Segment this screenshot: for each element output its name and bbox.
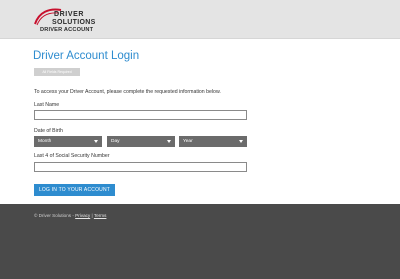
logo-text-solutions: SOLUTIONS [52,19,96,26]
date-of-birth-label: Date of Birth [34,128,63,134]
logo-text-driver: DRIVER [54,11,85,18]
driver-solutions-logo[interactable]: DRIVER SOLUTIONS DRIVER ACCOUNT [33,6,113,36]
intro-text: To access your Driver Account, please co… [34,89,221,95]
site-header: DRIVER SOLUTIONS DRIVER ACCOUNT [0,0,400,39]
ssn-label: Last 4 of Social Security Number [34,153,110,159]
last-name-label: Last Name [34,102,60,108]
chevron-down-icon [94,139,98,143]
footer-text: © Driver Solutions - Privacy | Terms [34,213,106,218]
year-select-value: Year [183,139,193,144]
page-title: Driver Account Login [33,50,140,62]
site-footer: © Driver Solutions - Privacy | Terms [0,204,400,279]
day-select[interactable]: Day [107,136,175,147]
month-select[interactable]: Month [34,136,102,147]
privacy-link[interactable]: Privacy [75,213,90,218]
year-select[interactable]: Year [179,136,247,147]
terms-link[interactable]: Terms [94,213,107,218]
chevron-down-icon [167,139,171,143]
day-select-value: Day [111,139,120,144]
login-button[interactable]: LOG IN TO YOUR ACCOUNT [34,184,115,196]
chevron-down-icon [239,139,243,143]
required-fields-badge: All Fields Required [34,68,80,76]
login-section: Driver Account Login All Fields Required… [0,40,400,204]
logo-text-driver-account: DRIVER ACCOUNT [40,27,94,33]
copyright-text: © Driver Solutions - [34,213,76,218]
month-select-value: Month [38,139,52,144]
ssn-last4-input[interactable] [34,162,247,172]
last-name-input[interactable] [34,110,247,120]
